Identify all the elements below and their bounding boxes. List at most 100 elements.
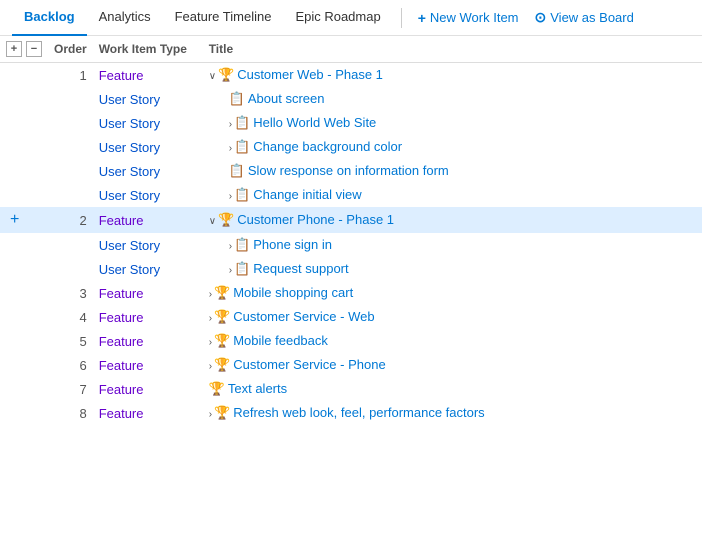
book-icon: 📋 bbox=[229, 163, 245, 179]
row-title-link[interactable]: Mobile shopping cart bbox=[233, 285, 353, 300]
table-row: User Story 📋Slow response on information … bbox=[0, 159, 702, 183]
row-order bbox=[48, 257, 93, 281]
row-expand-cell bbox=[0, 257, 48, 281]
th-expand: + − bbox=[0, 36, 48, 63]
row-title-link[interactable]: Customer Web - Phase 1 bbox=[237, 67, 383, 82]
row-chevron[interactable]: › bbox=[209, 337, 212, 348]
trophy-icon: 🏆 bbox=[218, 67, 234, 83]
row-chevron[interactable]: › bbox=[229, 143, 232, 154]
table-row: User Story › 📋Change background color bbox=[0, 135, 702, 159]
th-type: Work Item Type bbox=[93, 36, 203, 63]
row-expand-cell bbox=[0, 401, 48, 425]
row-expand-cell bbox=[0, 329, 48, 353]
row-type: Feature bbox=[93, 63, 203, 88]
work-item-type-label: User Story bbox=[99, 164, 160, 179]
row-title-link[interactable]: Refresh web look, feel, performance fact… bbox=[233, 405, 484, 420]
row-chevron[interactable]: › bbox=[229, 265, 232, 276]
row-title-cell: › 📋Change initial view bbox=[203, 183, 702, 207]
new-work-item-button[interactable]: + New Work Item bbox=[410, 0, 527, 36]
row-chevron[interactable]: › bbox=[229, 191, 232, 202]
row-title-link[interactable]: Hello World Web Site bbox=[253, 115, 376, 130]
row-order bbox=[48, 183, 93, 207]
row-title-cell: › 📋Hello World Web Site bbox=[203, 111, 702, 135]
row-chevron[interactable]: ∨ bbox=[209, 216, 216, 227]
row-order: 6 bbox=[48, 353, 93, 377]
nav-divider bbox=[401, 8, 402, 28]
book-icon: 📋 bbox=[229, 91, 245, 107]
add-row-button[interactable]: + bbox=[6, 211, 23, 229]
book-icon: 📋 bbox=[234, 115, 250, 131]
table-row: User Story📋About screen bbox=[0, 87, 702, 111]
tab-feature-timeline[interactable]: Feature Timeline bbox=[163, 0, 284, 36]
th-order: Order bbox=[48, 36, 93, 63]
row-order: 2 bbox=[48, 207, 93, 233]
row-chevron[interactable]: › bbox=[229, 241, 232, 252]
row-title-cell: › 📋Request support bbox=[203, 257, 702, 281]
row-order bbox=[48, 233, 93, 257]
row-title-link[interactable]: Change initial view bbox=[253, 187, 361, 202]
row-chevron[interactable]: › bbox=[229, 119, 232, 130]
row-title-link[interactable]: Phone sign in bbox=[253, 237, 332, 252]
table-row: User Story › 📋Change initial view bbox=[0, 183, 702, 207]
row-type: Feature bbox=[93, 329, 203, 353]
tab-analytics[interactable]: Analytics bbox=[87, 0, 163, 36]
row-title-link[interactable]: About screen bbox=[248, 91, 325, 106]
tab-epic-roadmap[interactable]: Epic Roadmap bbox=[283, 0, 392, 36]
row-order bbox=[48, 135, 93, 159]
work-item-type-label: Feature bbox=[99, 286, 144, 301]
table-row: User Story › 📋Hello World Web Site bbox=[0, 111, 702, 135]
trophy-icon: 🏆 bbox=[218, 212, 234, 228]
table-row: 4Feature› 🏆Customer Service - Web bbox=[0, 305, 702, 329]
table-row: 6Feature› 🏆Customer Service - Phone bbox=[0, 353, 702, 377]
trophy-icon: 🏆 bbox=[209, 381, 225, 397]
row-title-link[interactable]: Customer Service - Web bbox=[233, 309, 374, 324]
row-title-link[interactable]: Slow response on information form bbox=[248, 163, 449, 178]
work-item-type-label: Feature bbox=[99, 310, 144, 325]
table-body: 1Feature∨ 🏆Customer Web - Phase 1User St… bbox=[0, 63, 702, 426]
work-item-type-label: User Story bbox=[99, 188, 160, 203]
th-title: Title bbox=[203, 36, 702, 63]
row-expand-cell bbox=[0, 63, 48, 88]
row-order: 3 bbox=[48, 281, 93, 305]
row-title-link[interactable]: Change background color bbox=[253, 139, 402, 154]
row-expand-cell bbox=[0, 281, 48, 305]
row-type: Feature bbox=[93, 353, 203, 377]
row-order bbox=[48, 159, 93, 183]
row-chevron[interactable]: ∨ bbox=[209, 71, 216, 82]
table-header-row: + − Order Work Item Type Title bbox=[0, 36, 702, 63]
row-order: 7 bbox=[48, 377, 93, 401]
work-item-type-label: User Story bbox=[99, 262, 160, 277]
row-expand-cell: + bbox=[0, 207, 48, 233]
row-title-link[interactable]: Text alerts bbox=[228, 381, 287, 396]
book-icon: 📋 bbox=[234, 139, 250, 155]
book-icon: 📋 bbox=[234, 237, 250, 253]
row-title-cell: › 📋Phone sign in bbox=[203, 233, 702, 257]
row-type: Feature bbox=[93, 305, 203, 329]
expand-all-icon[interactable]: + bbox=[6, 41, 22, 57]
row-expand-cell bbox=[0, 111, 48, 135]
table-row: User Story › 📋Request support bbox=[0, 257, 702, 281]
row-title-link[interactable]: Customer Phone - Phase 1 bbox=[237, 212, 394, 227]
row-title-link[interactable]: Customer Service - Phone bbox=[233, 357, 385, 372]
work-item-type-label: User Story bbox=[99, 140, 160, 155]
row-type: Feature bbox=[93, 401, 203, 425]
row-chevron[interactable]: › bbox=[209, 409, 212, 420]
row-expand-cell bbox=[0, 183, 48, 207]
collapse-all-icon[interactable]: − bbox=[26, 41, 42, 57]
view-as-board-button[interactable]: ⊙ View as Board bbox=[527, 0, 642, 36]
row-title-link[interactable]: Mobile feedback bbox=[233, 333, 328, 348]
table-row: 8Feature› 🏆Refresh web look, feel, perfo… bbox=[0, 401, 702, 425]
row-expand-cell bbox=[0, 233, 48, 257]
new-work-item-label: New Work Item bbox=[430, 10, 519, 25]
row-order bbox=[48, 87, 93, 111]
row-title-link[interactable]: Request support bbox=[253, 261, 348, 276]
row-chevron[interactable]: › bbox=[209, 313, 212, 324]
work-item-type-label: User Story bbox=[99, 116, 160, 131]
row-title-cell: › 🏆Customer Service - Phone bbox=[203, 353, 702, 377]
board-icon: ⊙ bbox=[535, 9, 547, 26]
table-row: 3Feature› 🏆Mobile shopping cart bbox=[0, 281, 702, 305]
row-chevron[interactable]: › bbox=[209, 289, 212, 300]
tab-backlog[interactable]: Backlog bbox=[12, 0, 87, 36]
row-chevron[interactable]: › bbox=[209, 361, 212, 372]
row-type: Feature bbox=[93, 377, 203, 401]
